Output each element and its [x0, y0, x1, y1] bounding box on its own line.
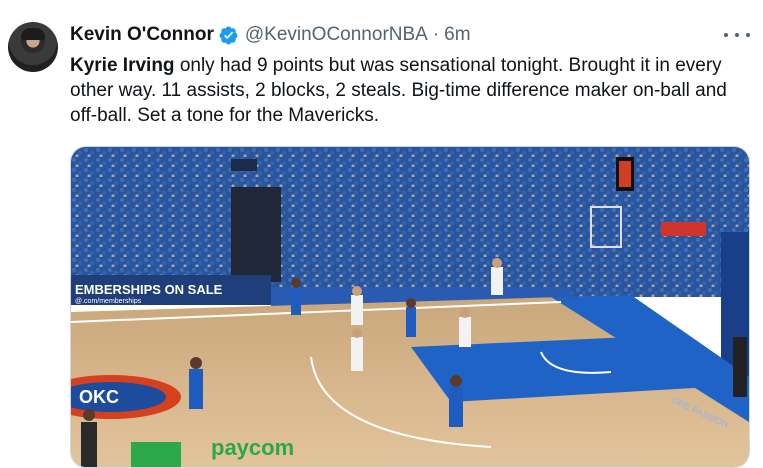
court-sponsor: paycom: [211, 435, 294, 460]
verified-badge-icon: [219, 26, 238, 44]
dot-1: [724, 33, 728, 37]
author-avatar[interactable]: [8, 22, 58, 72]
dot-3: [746, 33, 750, 37]
basketball-game-image: EMBERSHIPS ON SALE @.com/memberships OKC…: [71, 147, 749, 467]
more-options-icon[interactable]: [724, 24, 750, 46]
tweet-text: Kyrie Irving only had 9 points but was s…: [70, 53, 740, 128]
separator-dot: ·: [432, 24, 440, 45]
author-handle[interactable]: @KevinOConnorNBA: [245, 24, 428, 46]
author-name[interactable]: Kevin O'Connor: [70, 24, 214, 46]
dot-2: [735, 33, 739, 37]
tweet: Kevin O'Connor @KevinOConnorNBA · 6m Kyr…: [0, 0, 763, 468]
logo-text: OKC: [79, 387, 119, 407]
sign-board: [661, 222, 706, 236]
tweet-header: Kevin O'Connor @KevinOConnorNBA · 6m: [70, 23, 471, 47]
tunnel: [231, 187, 281, 282]
tweet-media-image[interactable]: EMBERSHIPS ON SALE @.com/memberships OKC…: [70, 146, 750, 468]
tweet-timestamp[interactable]: 6m: [444, 24, 470, 46]
tweet-text-mention: Kyrie Irving: [70, 55, 175, 76]
banner-url: @.com/memberships: [75, 298, 142, 305]
banner-text: EMBERSHIPS ON SALE: [75, 282, 223, 297]
